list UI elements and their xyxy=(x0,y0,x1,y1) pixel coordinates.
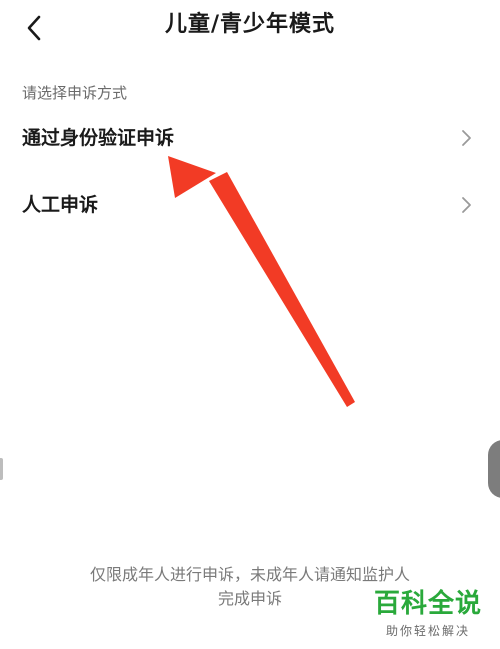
identity-verification-appeal-item[interactable]: 通过身份验证申诉 xyxy=(0,113,500,163)
appeal-note-line: 仅限成年人进行申诉，未成年人请通知监护人 xyxy=(89,565,410,584)
manual-appeal-item[interactable]: 人工申诉 xyxy=(0,180,500,230)
top-bar: 儿童/青少年模式 xyxy=(0,0,500,56)
menu-item-label: 通过身份验证申诉 xyxy=(22,127,175,149)
edge-mark xyxy=(0,458,3,480)
page-title: 儿童/青少年模式 xyxy=(164,12,336,37)
chevron-right-icon xyxy=(462,130,471,146)
floating-side-handle[interactable] xyxy=(488,440,500,498)
chevron-right-icon xyxy=(462,197,471,213)
watermark-title: 百科全说 xyxy=(373,589,482,619)
watermark-logo: 百科全说 助你轻松解决 xyxy=(370,588,486,640)
section-label: 请选择申诉方式 xyxy=(22,84,128,102)
watermark-subtitle: 助你轻松解决 xyxy=(385,624,470,638)
menu-item-label: 人工申诉 xyxy=(22,194,99,216)
